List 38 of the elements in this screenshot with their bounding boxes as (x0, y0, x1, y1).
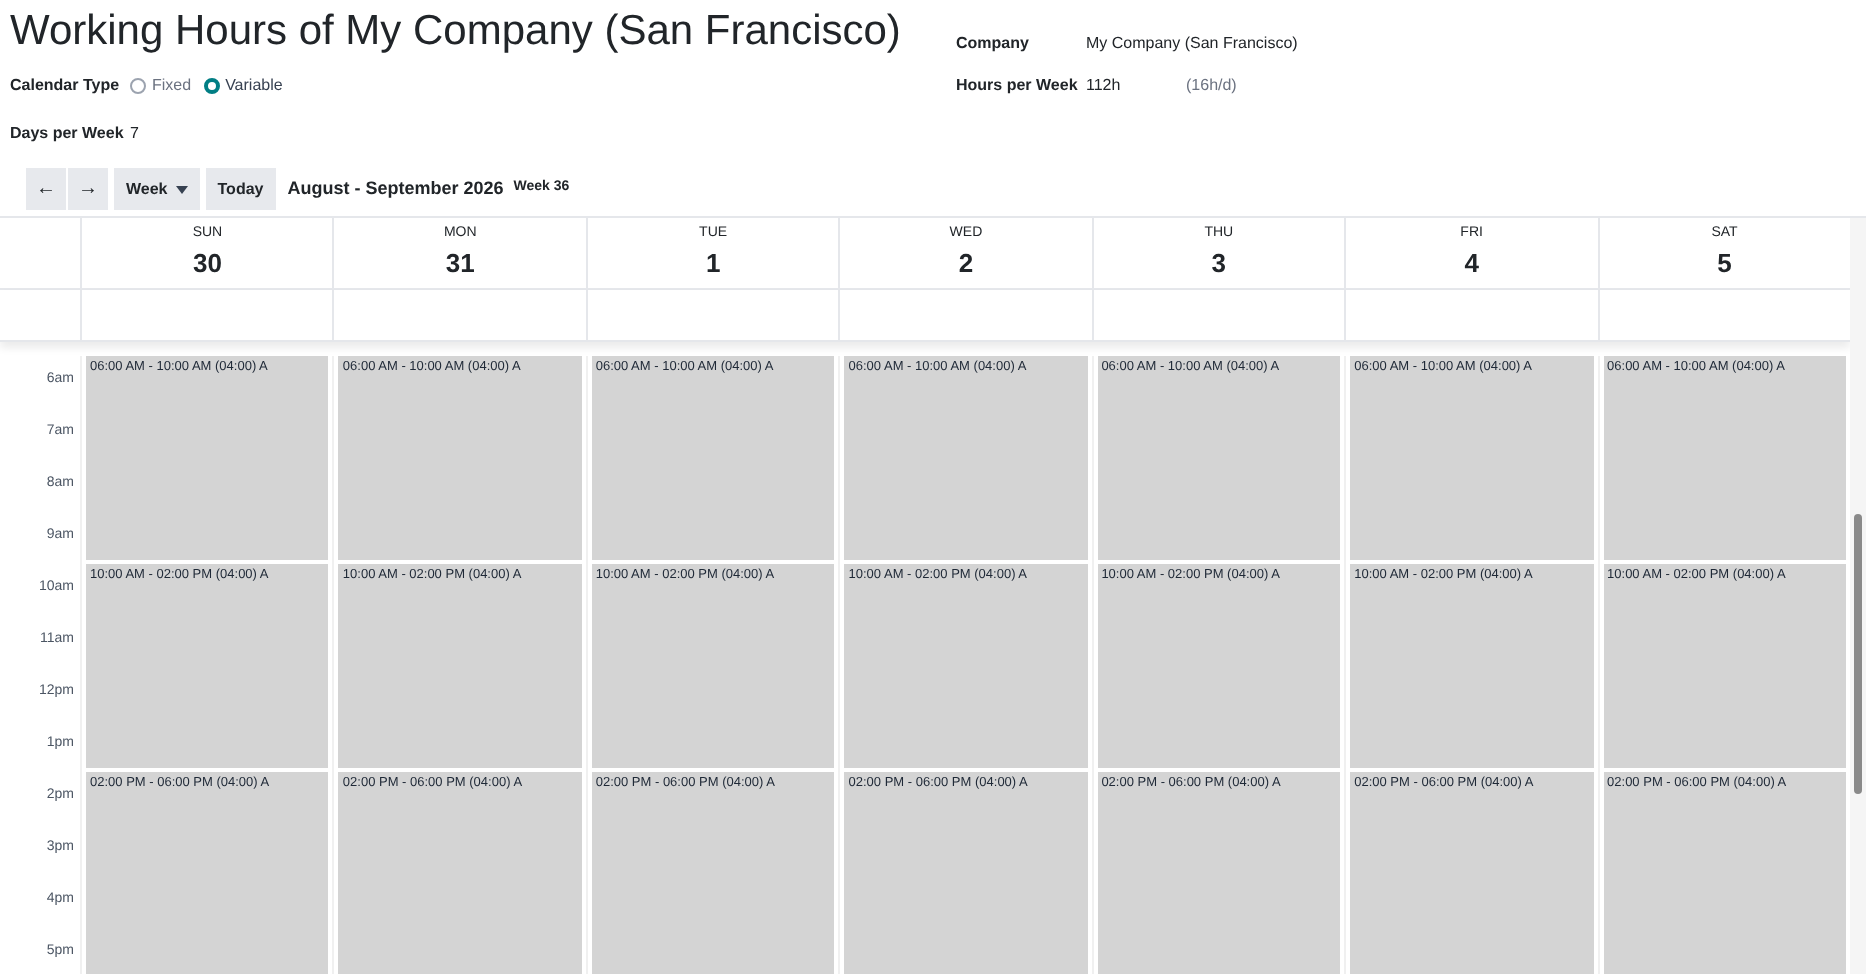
radio-option[interactable]: Variable (203, 74, 283, 98)
view-dropdown[interactable]: Week (114, 168, 200, 210)
scrollbar[interactable] (1850, 218, 1866, 974)
field-label: Hours per Week (956, 74, 1080, 98)
caret-icon (175, 185, 188, 193)
time-label: 6am (46, 372, 74, 386)
field-value: 7 (130, 122, 139, 146)
time-label: 9am (46, 528, 74, 542)
time-label: 5pm (46, 944, 74, 958)
today-button[interactable]: Today (205, 168, 276, 210)
radio-option[interactable]: Fixed (130, 74, 192, 98)
day-number: 3 (1211, 246, 1227, 282)
field-value: My Company (San Francisco) (1086, 32, 1298, 56)
previous-button[interactable]: ← (26, 168, 66, 210)
field-note: (16h/d) (1186, 74, 1237, 98)
time-label: 10am (38, 580, 74, 594)
day-number: 5 (1717, 246, 1732, 282)
day-number: 4 (1464, 246, 1479, 282)
field-label: Company (956, 32, 1031, 56)
day-number: 30 (192, 246, 222, 282)
time-label: 2pm (46, 788, 74, 802)
time-label: 11am (40, 632, 74, 646)
day-number: 31 (445, 246, 475, 282)
time-label: 4pm (46, 892, 74, 906)
date-range: August - September 2026 (287, 175, 504, 202)
scrollbar-thumb[interactable] (1854, 514, 1862, 794)
time-label: 8am (46, 476, 74, 490)
time-label: 3pm (46, 840, 74, 854)
day-number: 2 (958, 246, 974, 282)
time-label: 12pm (38, 684, 74, 698)
next-button[interactable]: → (68, 168, 108, 210)
field-value: 112h (1086, 74, 1123, 98)
day-number: 1 (705, 246, 721, 282)
field-label: Calendar Type (10, 74, 122, 98)
field-label: Days per Week (10, 122, 126, 146)
time-label: 7am (46, 424, 74, 438)
time-label: 1pm (46, 736, 74, 750)
page-title: Working Hours of My Company (San Francisco) (10, 6, 903, 58)
